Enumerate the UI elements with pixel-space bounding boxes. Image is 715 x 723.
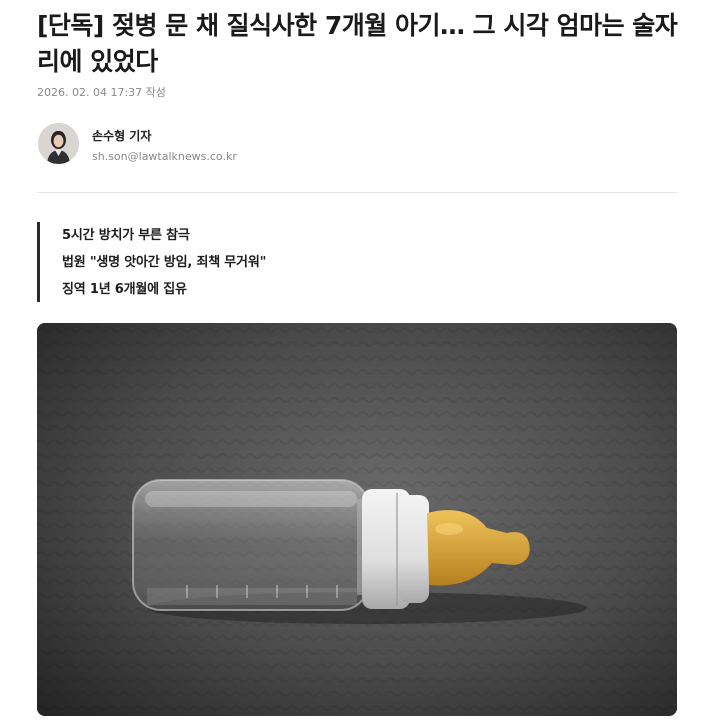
summary-line: 5시간 방치가 부른 참극: [62, 228, 190, 243]
baby-bottle-photo-icon: [37, 323, 677, 716]
article-page: [단독] 젖병 문 채 질식사한 7개월 아기… 그 시각 엄마는 술자리에 있…: [0, 0, 715, 723]
author-name[interactable]: 손수형 기자: [92, 127, 151, 144]
article-photo: [37, 323, 677, 716]
summary-line: 징역 1년 6개월에 집유: [62, 282, 187, 297]
reporter-avatar-icon[interactable]: [38, 123, 79, 164]
article-dateline: 2026. 02. 04 17:37 작성: [37, 86, 166, 99]
article-summary: 5시간 방치가 부른 참극 법원 "생명 앗아간 방임, 죄책 무거워" 징역 …: [37, 222, 437, 302]
author-email[interactable]: sh.son@lawtalknews.co.kr: [92, 150, 237, 163]
article-headline: [단독] 젖병 문 채 질식사한 7개월 아기… 그 시각 엄마는 술자리에 있…: [37, 11, 678, 76]
summary-line: 법원 "생명 앗아간 방임, 죄책 무거워": [62, 255, 267, 270]
author-block[interactable]: 손수형 기자 sh.son@lawtalknews.co.kr: [38, 123, 438, 165]
divider: [37, 192, 677, 193]
